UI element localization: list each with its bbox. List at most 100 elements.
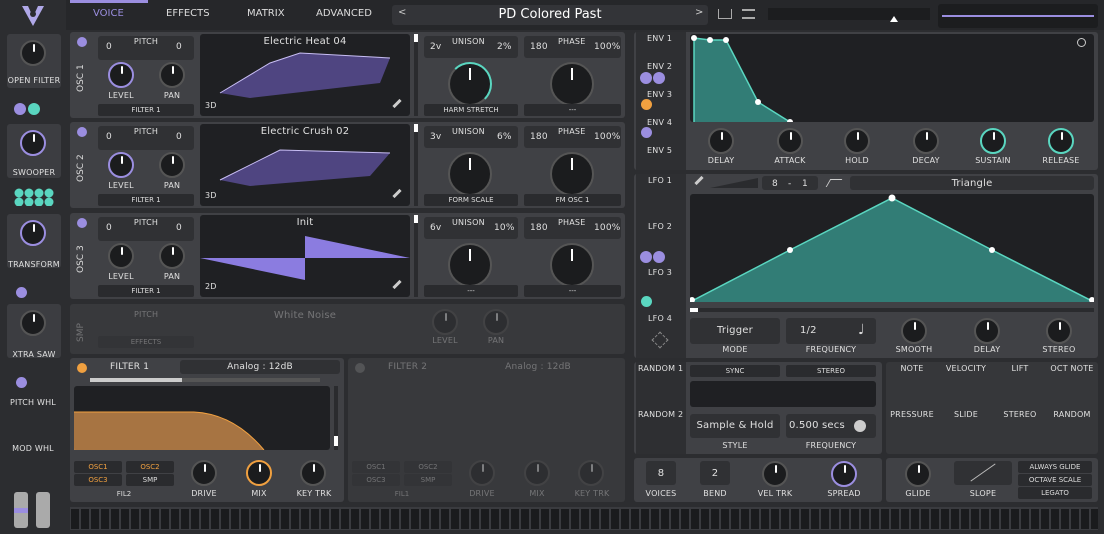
lfo-graph[interactable] <box>689 194 1095 303</box>
filter-1-enable[interactable] <box>77 363 87 373</box>
osc-2-dim-toggle[interactable]: 3D <box>205 191 217 200</box>
random-stereo-button[interactable]: STEREO <box>786 365 876 377</box>
lfo-note-icon[interactable]: ♩ <box>858 322 865 338</box>
source-oct-note[interactable]: OCT NOTE <box>1046 364 1098 373</box>
lfo-tab-2[interactable]: LFO 2 <box>648 222 672 231</box>
filter-2-enable[interactable] <box>355 363 365 373</box>
smp-destination[interactable]: EFFECTS <box>98 336 194 348</box>
lfo-delay-knob[interactable] <box>974 318 1000 344</box>
filter-2-route-smp[interactable]: SMP <box>404 474 452 486</box>
preset-prev-icon[interactable]: < <box>398 7 406 18</box>
osc-1-enable[interactable] <box>77 37 87 47</box>
source-note[interactable]: NOTE <box>886 364 938 373</box>
osc-3-phase-random[interactable]: 100% <box>594 223 621 233</box>
osc-2-mod2-select[interactable]: FM OSC 1 <box>524 194 621 206</box>
osc-3-frame-slider[interactable] <box>414 215 418 297</box>
osc-2-level-knob[interactable] <box>108 152 134 178</box>
env-sustain-knob[interactable] <box>980 128 1006 154</box>
mod-wheel[interactable] <box>36 492 50 528</box>
always-glide-button[interactable]: ALWAYS GLIDE <box>1018 461 1092 473</box>
vel-trk-knob[interactable] <box>762 461 788 487</box>
macro-2[interactable]: SWOOPER <box>7 124 61 178</box>
osc-1-frame-slider[interactable] <box>414 34 418 116</box>
source-velocity[interactable]: VELOCITY <box>940 364 992 373</box>
osc-1-phase-random[interactable]: 100% <box>594 42 621 52</box>
pitch-wheel[interactable] <box>14 492 28 528</box>
tab-advanced[interactable]: ADVANCED <box>316 8 372 19</box>
filter-2-keytrk-knob[interactable] <box>578 460 604 486</box>
random-tab-1[interactable]: RANDOM 1 <box>638 364 683 373</box>
source-slide[interactable]: SLIDE <box>940 410 992 419</box>
osc-3-dim-toggle[interactable]: 2D <box>205 282 217 291</box>
tab-voice[interactable]: VOICE <box>93 8 124 19</box>
filter-1-drive-knob[interactable] <box>191 460 217 486</box>
filter-2-route-osc1[interactable]: OSC1 <box>352 461 400 473</box>
env-tab-4[interactable]: ENV 4 <box>647 118 672 127</box>
random-sync-button[interactable]: SYNC <box>690 365 780 377</box>
filter-1-cutoff-slider[interactable] <box>90 378 320 382</box>
lfo-tab-3[interactable]: LFO 3 <box>648 268 672 277</box>
lfo-tab-1[interactable]: LFO 1 <box>648 176 672 185</box>
volume-meter[interactable] <box>768 8 930 20</box>
osc-2-transpose[interactable]: 0 <box>106 132 112 142</box>
env-tab-2[interactable]: ENV 2 <box>647 62 672 71</box>
osc-2-unison-detune[interactable]: 6% <box>497 132 512 142</box>
smp-level-knob[interactable] <box>432 309 458 335</box>
lfo-smooth-knob[interactable] <box>901 318 927 344</box>
filter-2-mix-knob[interactable] <box>524 460 550 486</box>
osc-3-mod1-select[interactable]: --- <box>424 285 518 297</box>
env-tab-1[interactable]: ENV 1 <box>647 34 672 43</box>
preset-next-icon[interactable]: > <box>695 7 703 18</box>
osc-3-transpose[interactable]: 0 <box>106 223 112 233</box>
env-tab-3[interactable]: ENV 3 <box>647 90 672 99</box>
env-attack-knob[interactable] <box>777 128 803 154</box>
filter-2-route-osc2[interactable]: OSC2 <box>404 461 452 473</box>
osc-3-unison-voices[interactable]: 6v <box>430 223 441 233</box>
env-delay-knob[interactable] <box>708 128 734 154</box>
osc-1-unison-voices[interactable]: 2v <box>430 42 441 52</box>
random-tab-2[interactable]: RANDOM 2 <box>638 410 683 419</box>
source-stereo[interactable]: STEREO <box>994 410 1046 419</box>
keyboard-keys[interactable] <box>70 507 1098 530</box>
osc-2-pan-knob[interactable] <box>159 152 185 178</box>
macro-4[interactable]: XTRA SAW <box>7 304 61 359</box>
filter-2-drive-knob[interactable] <box>469 460 495 486</box>
macro-3[interactable]: TRANSFORM <box>7 214 61 269</box>
osc-2-tune[interactable]: 0 <box>176 132 182 142</box>
osc-3-tune[interactable]: 0 <box>176 223 182 233</box>
osc-2-destination[interactable]: FILTER 1 <box>98 194 194 206</box>
osc-3-enable[interactable] <box>77 218 87 228</box>
env-tab-5[interactable]: ENV 5 <box>647 146 672 155</box>
osc-1-mod1-select[interactable]: HARM STRETCH <box>424 104 518 116</box>
osc-2-phase-random[interactable]: 100% <box>594 132 621 142</box>
filter-1-mix-knob[interactable] <box>246 460 272 486</box>
osc-2-mod1-knob[interactable] <box>448 152 492 196</box>
filter-2-route-osc3[interactable]: OSC3 <box>352 474 400 486</box>
filter-1-keytrk-knob[interactable] <box>300 460 326 486</box>
env-zoom-icon[interactable] <box>1077 38 1086 47</box>
env-release-knob[interactable] <box>1048 128 1074 154</box>
osc-3-destination[interactable]: FILTER 1 <box>98 285 194 297</box>
filter-2-route-fil1[interactable]: FIL1 <box>352 488 452 500</box>
filter-1-route-osc1[interactable]: OSC1 <box>74 461 122 473</box>
slope-display[interactable] <box>954 461 1012 485</box>
source-random[interactable]: RANDOM <box>1046 410 1098 419</box>
keyboard[interactable] <box>70 507 1098 530</box>
source-lift[interactable]: LIFT <box>994 364 1046 373</box>
osc-1-tune[interactable]: 0 <box>176 42 182 52</box>
osc-1-mod2-knob[interactable] <box>550 62 594 106</box>
macro-1-knob[interactable] <box>20 40 46 66</box>
menu-icon[interactable] <box>742 9 755 19</box>
lfo-sync-den[interactable]: 1 <box>802 179 808 189</box>
source-pressure[interactable]: PRESSURE <box>886 410 938 419</box>
osc-1-dim-toggle[interactable]: 3D <box>205 101 217 110</box>
smp-pan-knob[interactable] <box>483 309 509 335</box>
osc-1-destination[interactable]: FILTER 1 <box>98 104 194 116</box>
filter-1-response-display[interactable] <box>74 386 330 451</box>
osc-3-pan-knob[interactable] <box>159 243 185 269</box>
osc-3-unison-detune[interactable]: 10% <box>494 223 515 233</box>
macro-2-knob[interactable] <box>20 130 46 156</box>
osc-2-mod1-select[interactable]: FORM SCALE <box>424 194 518 206</box>
osc-1-mod2-select[interactable]: --- <box>524 104 621 116</box>
glide-knob[interactable] <box>905 461 931 487</box>
